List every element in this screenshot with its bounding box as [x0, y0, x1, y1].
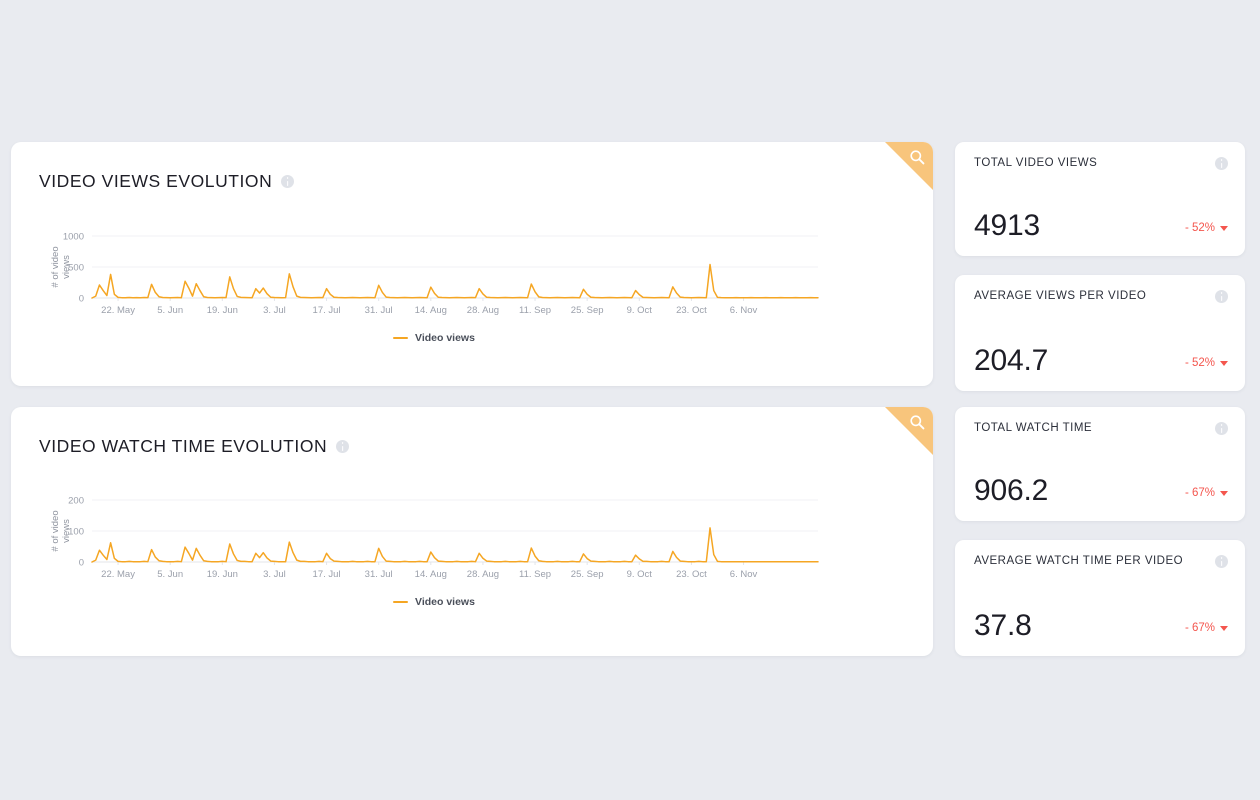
svg-text:5. Jun: 5. Jun — [157, 569, 183, 580]
svg-text:9. Oct: 9. Oct — [627, 569, 653, 580]
kpi-value: 37.8 — [974, 609, 1032, 642]
svg-text:17. Jul: 17. Jul — [313, 569, 341, 580]
kpi-value: 204.7 — [974, 344, 1049, 377]
search-icon[interactable] — [885, 142, 933, 190]
kpi-label: AVERAGE VIEWS PER VIDEO — [974, 290, 1147, 302]
svg-text:25. Sep: 25. Sep — [571, 305, 604, 316]
page-title: VIDEO VIEWS EVOLUTION — [39, 171, 273, 191]
svg-text:0: 0 — [79, 293, 84, 304]
svg-text:31. Jul: 31. Jul — [365, 305, 393, 316]
page-title: VIDEO WATCH TIME EVOLUTION — [39, 436, 328, 456]
caret-down-icon — [1220, 360, 1228, 366]
svg-text:views: views — [61, 519, 72, 543]
info-icon[interactable] — [336, 440, 350, 453]
video-views-plot: 05001000# of video views22. May 5. Jun 19. … — [50, 231, 819, 316]
svg-text:# of video: # of video — [50, 510, 61, 551]
svg-text:25. Sep: 25. Sep — [571, 569, 604, 580]
svg-text:views: views — [61, 255, 72, 279]
kpi-label: TOTAL WATCH TIME — [974, 422, 1093, 434]
status-badge[interactable]: - 52% — [1185, 222, 1228, 234]
svg-text:11. Sep: 11. Sep — [519, 305, 551, 316]
svg-text:5. Jun: 5. Jun — [157, 305, 183, 316]
caret-down-icon — [1220, 490, 1228, 496]
magnifier-glyph — [910, 150, 925, 165]
search-icon[interactable] — [885, 407, 933, 455]
status-badge[interactable]: - 67% — [1185, 622, 1228, 634]
svg-text:14. Aug: 14. Aug — [415, 305, 447, 316]
svg-text:200: 200 — [68, 495, 84, 506]
svg-text:14. Aug: 14. Aug — [415, 569, 447, 580]
svg-text:11. Sep: 11. Sep — [519, 569, 551, 580]
svg-text:6. Nov: 6. Nov — [730, 305, 758, 316]
video-watch-time-plot: 0100200# of video views22. May 5. Jun 19. J… — [50, 495, 819, 580]
legend-label: Video views — [415, 332, 475, 344]
svg-text:17. Jul: 17. Jul — [313, 305, 341, 316]
caret-down-icon — [1220, 625, 1228, 631]
svg-text:23. Oct: 23. Oct — [676, 569, 707, 580]
status-badge[interactable]: - 52% — [1185, 357, 1228, 369]
svg-text:3. Jul: 3. Jul — [263, 569, 286, 580]
kpi-delta-label: - 52% — [1184, 357, 1215, 369]
svg-text:23. Oct: 23. Oct — [676, 305, 707, 316]
kpi-label: AVERAGE WATCH TIME PER VIDEO — [974, 555, 1184, 567]
info-icon[interactable] — [1215, 290, 1228, 303]
svg-text:19. Jun: 19. Jun — [207, 305, 238, 316]
info-icon[interactable] — [1215, 157, 1228, 170]
kpi-value: 4913 — [974, 209, 1040, 242]
svg-text:0: 0 — [79, 557, 84, 568]
chart-legend[interactable]: Video views — [393, 596, 475, 608]
kpi-card-total-video-views[interactable]: TOTAL VIDEO VIEWS 4913 - 52% — [955, 142, 1245, 256]
dashboard-page: VIDEO VIEWS EVOLUTION VIDEO WATCH TIME E… — [0, 0, 1260, 800]
svg-text:22. May: 22. May — [101, 305, 135, 316]
svg-text:1000: 1000 — [63, 231, 84, 242]
svg-text:6. Nov: 6. Nov — [730, 569, 758, 580]
info-icon[interactable] — [1215, 422, 1228, 435]
svg-text:28. Aug: 28. Aug — [467, 569, 499, 580]
svg-text:9. Oct: 9. Oct — [627, 305, 653, 316]
svg-text:22. May: 22. May — [101, 569, 135, 580]
svg-text:# of video: # of video — [50, 246, 61, 287]
legend-line-swatch — [393, 601, 408, 603]
chart-legend[interactable]: Video views — [393, 332, 475, 344]
svg-text:3. Jul: 3. Jul — [263, 305, 286, 316]
kpi-delta-label: - 67% — [1184, 487, 1215, 499]
chart-title-row-1: VIDEO VIEWS EVOLUTION — [39, 171, 295, 192]
legend-line-swatch — [393, 337, 408, 339]
status-badge[interactable]: - 67% — [1185, 487, 1228, 499]
kpi-card-total-watch-time[interactable]: TOTAL WATCH TIME 906.2 - 67% — [955, 407, 1245, 521]
chart-title-row-2: VIDEO WATCH TIME EVOLUTION — [39, 436, 350, 457]
kpi-card-average-views-per-video[interactable]: AVERAGE VIEWS PER VIDEO 204.7 - 52% — [955, 275, 1245, 391]
kpi-card-average-watch-time-per-video[interactable]: AVERAGE WATCH TIME PER VIDEO 37.8 - 67% — [955, 540, 1245, 656]
legend-label: Video views — [415, 596, 475, 608]
kpi-delta-label: - 67% — [1184, 622, 1215, 634]
svg-text:31. Jul: 31. Jul — [365, 569, 393, 580]
info-icon[interactable] — [281, 175, 295, 188]
info-icon[interactable] — [1215, 555, 1228, 568]
kpi-value: 906.2 — [974, 474, 1049, 507]
svg-text:28. Aug: 28. Aug — [467, 305, 499, 316]
kpi-label: TOTAL VIDEO VIEWS — [974, 157, 1098, 169]
kpi-delta-label: - 52% — [1184, 222, 1215, 234]
svg-text:19. Jun: 19. Jun — [207, 569, 238, 580]
magnifier-glyph — [910, 415, 925, 430]
caret-down-icon — [1220, 225, 1228, 231]
